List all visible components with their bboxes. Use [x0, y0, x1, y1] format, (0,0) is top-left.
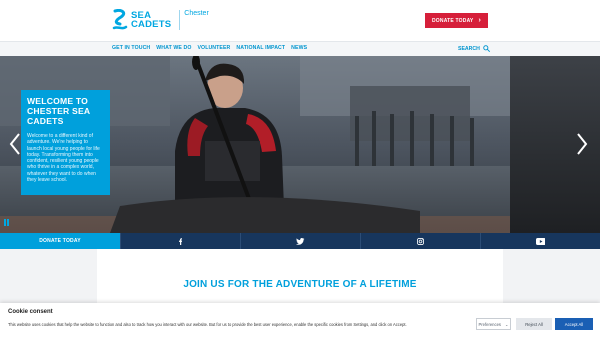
reject-all-button[interactable]: Reject All	[516, 318, 552, 330]
search-button[interactable]: SEARCH	[458, 45, 490, 52]
donate-today-bar-label: DONATE TODAY	[39, 238, 81, 244]
cookie-preferences-label: Preferences	[478, 321, 502, 327]
donate-today-button[interactable]: DONATE TODAY ›	[425, 13, 488, 28]
welcome-panel: WELCOME TO CHESTER SEA CADETS Welcome to…	[21, 90, 110, 195]
reject-all-label: Reject All	[525, 321, 543, 327]
facebook-link[interactable]	[120, 233, 240, 249]
pause-icon[interactable]	[4, 219, 9, 226]
facebook-icon	[178, 237, 183, 245]
chevron-down-icon: ⌄	[505, 321, 509, 327]
twitter-link[interactable]	[240, 233, 360, 249]
pause-bar	[7, 219, 9, 226]
hero-carousel: WELCOME TO CHESTER SEA CADETS Welcome to…	[0, 56, 600, 233]
donate-today-bar-button[interactable]: DONATE TODAY	[0, 233, 120, 249]
instagram-icon	[417, 237, 424, 245]
twitter-icon	[296, 237, 305, 245]
search-icon	[483, 45, 490, 52]
accept-all-label: Accept All	[564, 321, 584, 327]
welcome-body: Welcome to a different kind of adventure…	[27, 133, 100, 184]
cookie-consent-title: Cookie consent	[8, 309, 53, 315]
sea-cadets-logo[interactable]: SEA CADETS Chester	[112, 8, 209, 32]
youtube-icon	[535, 237, 546, 245]
cookie-consent-banner: Cookie consent This website uses cookies…	[0, 303, 600, 338]
main-nav: GET IN TOUCH WHAT WE DO VOLUNTEER NATION…	[0, 41, 600, 56]
search-label: SEARCH	[458, 45, 480, 52]
cookie-consent-text: This website uses cookies that help the …	[8, 322, 407, 327]
logo-wordmark: SEA CADETS	[131, 11, 172, 30]
nav-items: GET IN TOUCH WHAT WE DO VOLUNTEER NATION…	[112, 45, 307, 51]
chevron-right-icon[interactable]	[575, 132, 589, 156]
logo-line-2: CADETS	[131, 19, 172, 30]
site-header: SEA CADETS Chester DONATE TODAY ›	[0, 0, 600, 41]
instagram-link[interactable]	[360, 233, 480, 249]
accept-all-button[interactable]: Accept All	[555, 318, 593, 330]
sea-cadets-mark-icon	[112, 9, 128, 30]
welcome-title: WELCOME TO CHESTER SEA CADETS	[27, 96, 91, 126]
donate-today-label: DONATE TODAY	[431, 17, 474, 24]
page: SEA CADETS Chester DONATE TODAY › GET IN…	[0, 0, 600, 338]
pause-bar	[4, 219, 6, 226]
logo-divider	[179, 10, 181, 30]
nav-item-news[interactable]: NEWS	[291, 45, 307, 51]
social-bar: DONATE TODAY	[0, 233, 600, 249]
nav-item-volunteer[interactable]: VOLUNTEER	[198, 45, 231, 51]
cookie-preferences-button[interactable]: Preferences ⌄	[476, 318, 511, 330]
nav-item-national-impact[interactable]: NATIONAL IMPACT	[236, 45, 285, 51]
chevron-right-icon: ›	[478, 17, 481, 24]
youtube-link[interactable]	[480, 233, 600, 249]
nav-item-what-we-do[interactable]: WHAT WE DO	[156, 45, 191, 51]
chevron-left-icon[interactable]	[8, 132, 22, 156]
nav-item-get-in-touch[interactable]: GET IN TOUCH	[112, 45, 150, 51]
unit-name: Chester	[184, 10, 209, 17]
join-us-heading: JOIN US FOR THE ADVENTURE OF A LIFETIME	[183, 279, 417, 290]
